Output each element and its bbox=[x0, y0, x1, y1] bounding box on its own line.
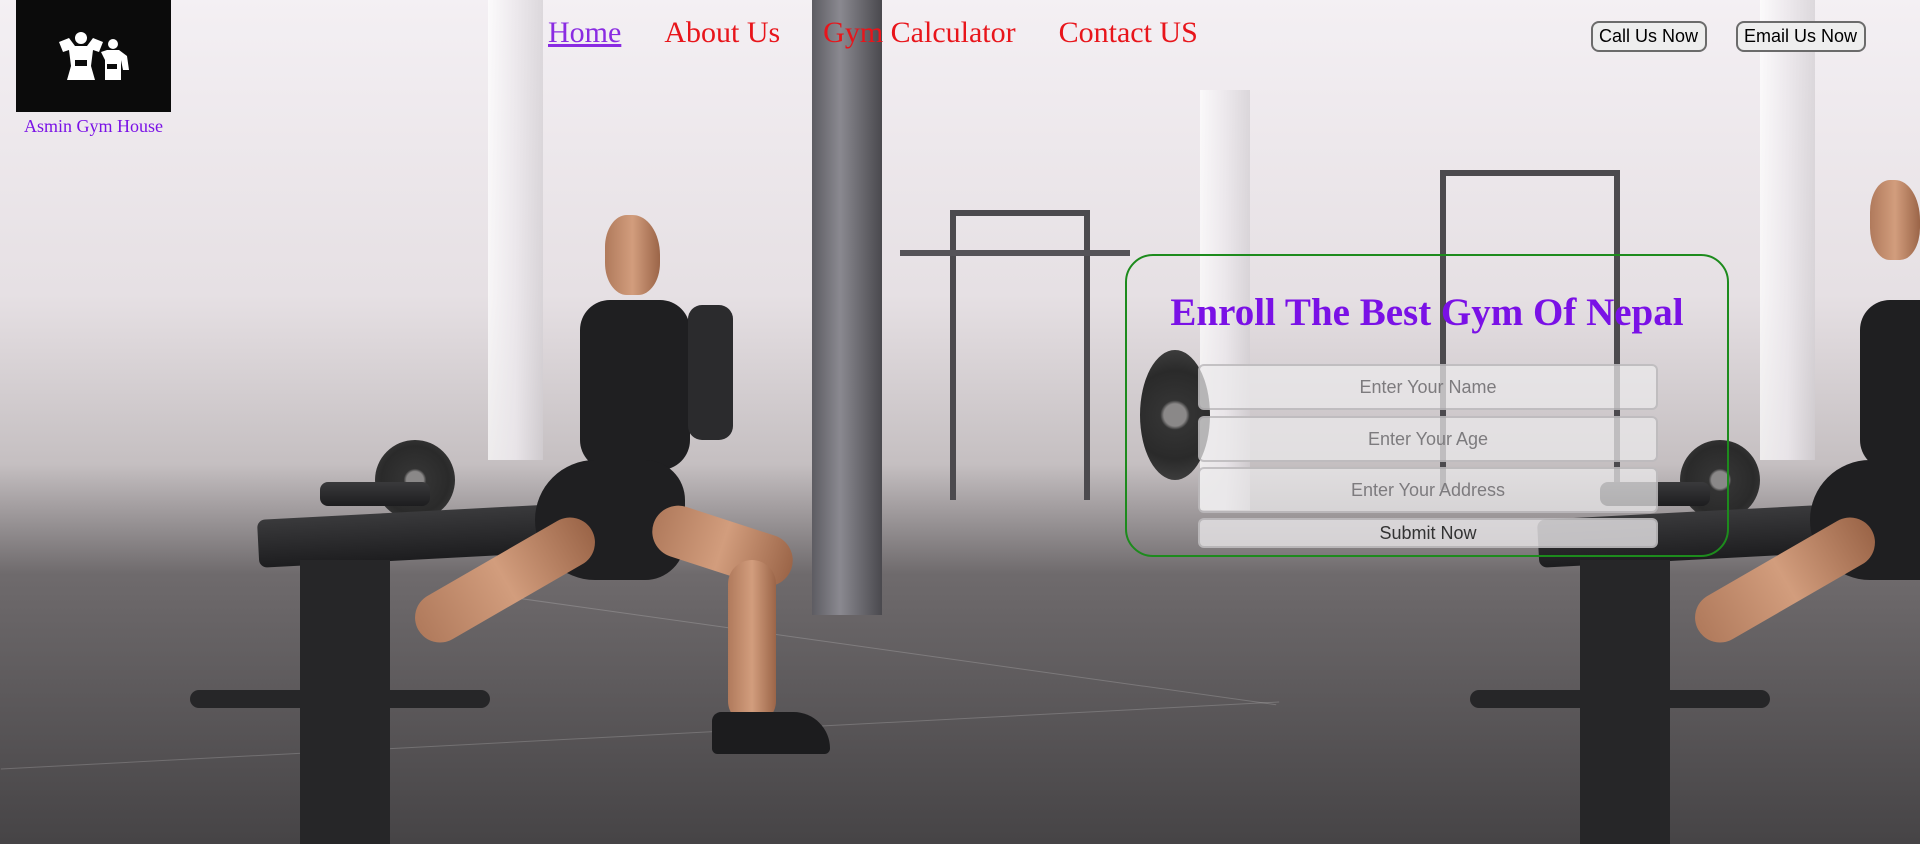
nav-contact-us[interactable]: Contact US bbox=[1059, 16, 1198, 50]
bodybuilder-logo-icon bbox=[58, 32, 129, 80]
weight-plate bbox=[375, 440, 455, 520]
athlete-thigh bbox=[645, 498, 800, 594]
enroll-title: Enroll The Best Gym Of Nepal bbox=[1170, 291, 1684, 334]
submit-button[interactable]: Submit Now bbox=[1198, 518, 1658, 548]
floor-line bbox=[503, 595, 1277, 706]
nav-about-us[interactable]: About Us bbox=[664, 16, 780, 50]
name-input[interactable] bbox=[1198, 364, 1658, 410]
athlete-head bbox=[1870, 180, 1920, 260]
logo[interactable] bbox=[16, 0, 171, 112]
athlete-shin bbox=[728, 560, 776, 725]
age-input[interactable] bbox=[1198, 416, 1658, 462]
athlete-shoe bbox=[712, 712, 830, 754]
rack-bar bbox=[900, 250, 1130, 256]
call-us-button[interactable]: Call Us Now bbox=[1591, 21, 1707, 52]
main-nav: Home About Us Gym Calculator Contact US bbox=[548, 16, 1198, 50]
enroll-form: Enroll The Best Gym Of Nepal Submit Now bbox=[1125, 254, 1729, 557]
brand-name: Asmin Gym House bbox=[24, 116, 163, 136]
center-column bbox=[812, 0, 882, 615]
floor-line bbox=[0, 701, 1280, 770]
background-pillar bbox=[1760, 0, 1815, 460]
bench-base bbox=[190, 690, 490, 708]
nav-home[interactable]: Home bbox=[548, 16, 621, 50]
background-pillar bbox=[488, 0, 543, 460]
athlete-top bbox=[580, 300, 690, 470]
athlete-head bbox=[605, 215, 660, 295]
hero-background bbox=[0, 0, 1280, 844]
email-us-button[interactable]: Email Us Now bbox=[1736, 21, 1866, 52]
bench-base bbox=[1470, 690, 1770, 708]
dumbbell bbox=[688, 305, 733, 440]
athlete-top bbox=[1860, 300, 1920, 470]
nav-gym-calculator[interactable]: Gym Calculator bbox=[823, 16, 1015, 50]
bench-top bbox=[320, 482, 430, 506]
address-input[interactable] bbox=[1198, 467, 1658, 513]
